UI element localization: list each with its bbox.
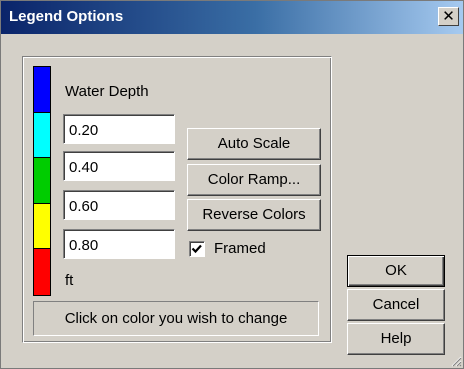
title-bar[interactable]: Legend Options ✕ (1, 1, 463, 34)
color-swatch-3[interactable] (34, 158, 50, 203)
color-swatch-1[interactable] (34, 67, 50, 112)
resize-grip-icon[interactable] (450, 355, 462, 367)
hint-text: Click on color you wish to change (64, 310, 288, 327)
color-ramp-button[interactable]: Color Ramp... (187, 164, 321, 196)
threshold-field-4[interactable] (63, 229, 175, 259)
auto-scale-button[interactable]: Auto Scale (187, 128, 321, 160)
threshold-field-3[interactable] (63, 190, 175, 220)
close-icon: ✕ (442, 7, 455, 25)
checkmark-icon (191, 244, 202, 254)
hint-panel: Click on color you wish to change (33, 301, 319, 336)
help-button[interactable]: Help (347, 323, 445, 355)
close-button[interactable]: ✕ (438, 7, 459, 26)
color-legend-bar (33, 66, 51, 296)
color-swatch-4[interactable] (34, 204, 50, 248)
threshold-field-2[interactable] (63, 151, 175, 181)
threshold-field-1[interactable] (63, 114, 175, 144)
legend-title-label: Water Depth (65, 83, 149, 100)
ok-button[interactable]: OK (347, 255, 445, 287)
reverse-colors-button[interactable]: Reverse Colors (187, 199, 321, 231)
color-swatch-2[interactable] (34, 113, 50, 157)
unit-label: ft (65, 272, 74, 289)
framed-label[interactable]: Framed (214, 240, 266, 257)
dialog-title: Legend Options (9, 8, 124, 25)
cancel-button[interactable]: Cancel (347, 289, 445, 321)
color-swatch-5[interactable] (34, 249, 50, 295)
legend-options-dialog: Legend Options ✕ Water Depth ft Auto Sca… (0, 0, 464, 369)
framed-checkbox[interactable] (189, 241, 205, 257)
